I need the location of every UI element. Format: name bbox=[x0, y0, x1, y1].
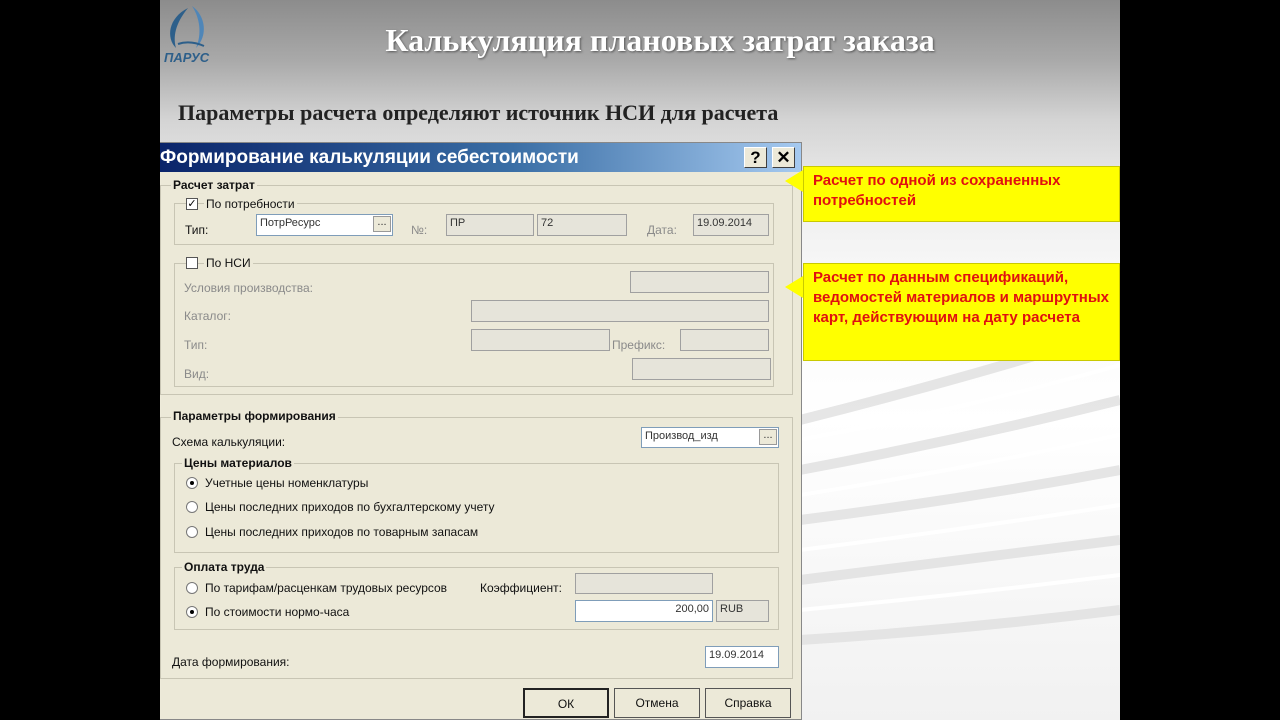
labor-radio-tariff[interactable] bbox=[186, 582, 198, 594]
labor-option-tariff: По тарифам/расценкам трудовых ресурсов bbox=[205, 581, 448, 595]
labor-option-hour-cost: По стоимости нормо-часа bbox=[205, 605, 350, 619]
gen-params-group-label: Параметры формирования bbox=[171, 409, 338, 423]
coef-field[interactable] bbox=[575, 573, 713, 594]
demand-number-field[interactable]: 72 bbox=[537, 214, 627, 236]
help-button[interactable]: ? bbox=[744, 147, 767, 168]
material-price-radio-stock[interactable] bbox=[186, 526, 198, 538]
callout-arrow-saved bbox=[785, 170, 803, 192]
demand-type-field[interactable]: ПотрРесурс ... bbox=[256, 214, 393, 236]
help-dialog-button[interactable]: Справка bbox=[705, 688, 791, 718]
material-price-option-accounting: Учетные цены номенклатуры bbox=[205, 476, 369, 490]
by-demand-checkbox[interactable]: ✓ bbox=[186, 198, 198, 210]
cost-calc-group-label: Расчет затрат bbox=[171, 178, 257, 192]
material-price-option-ledger: Цены последних приходов по бухгалтерском… bbox=[205, 500, 495, 514]
formation-date-label: Дата формирования: bbox=[172, 655, 290, 669]
slide: ПАРУС Калькуляция плановых затрат заказа… bbox=[160, 0, 1120, 720]
labor-amount-field[interactable]: 200,00 bbox=[575, 600, 713, 622]
slide-subtitle: Параметры расчета определяют источник НС… bbox=[178, 100, 779, 125]
conditions-field[interactable] bbox=[630, 271, 769, 293]
cancel-button[interactable]: Отмена bbox=[614, 688, 700, 718]
callout-arrow-spec bbox=[785, 276, 803, 298]
scheme-picker-button[interactable]: ... bbox=[759, 429, 777, 445]
catalog-field[interactable] bbox=[471, 300, 769, 322]
kind-label: Вид: bbox=[184, 367, 210, 381]
demand-number-prefix-field[interactable]: ПР bbox=[446, 214, 534, 236]
kind-field[interactable] bbox=[632, 358, 771, 380]
prefix-label: Префикс: bbox=[612, 338, 666, 352]
callout-saved-demand: Расчет по одной из сохраненных потребнос… bbox=[803, 166, 1120, 222]
ok-button[interactable]: ОК bbox=[523, 688, 609, 718]
catalog-label: Каталог: bbox=[184, 309, 231, 323]
scheme-field[interactable]: Производ_изд ... bbox=[641, 427, 779, 448]
by-nsi-label: По НСИ bbox=[204, 256, 253, 270]
slide-title: Калькуляция плановых затрат заказа bbox=[385, 22, 935, 58]
material-price-radio-ledger[interactable] bbox=[186, 501, 198, 513]
by-nsi-checkbox[interactable] bbox=[186, 257, 198, 269]
calc-dialog: Формирование калькуляции себестоимости ?… bbox=[160, 142, 802, 720]
nsi-type-field[interactable] bbox=[471, 329, 610, 351]
dialog-titlebar[interactable]: Формирование калькуляции себестоимости ?… bbox=[160, 143, 801, 172]
labor-currency-field[interactable]: RUB bbox=[716, 600, 769, 622]
demand-type-value: ПотрРесурс bbox=[260, 217, 321, 229]
material-price-radio-accounting[interactable] bbox=[186, 477, 198, 489]
demand-number-label: №: bbox=[411, 223, 428, 237]
demand-type-picker-button[interactable]: ... bbox=[373, 216, 391, 232]
by-demand-label: По потребности bbox=[204, 197, 297, 211]
material-price-option-stock: Цены последних приходов по товарным запа… bbox=[205, 525, 479, 539]
labor-group-label: Оплата труда bbox=[182, 560, 267, 574]
demand-type-label: Тип: bbox=[185, 223, 209, 237]
close-button[interactable]: ✕ bbox=[772, 147, 795, 168]
nsi-type-label: Тип: bbox=[184, 338, 208, 352]
dialog-title: Формирование калькуляции себестоимости bbox=[160, 147, 579, 168]
scheme-value: Производ_изд bbox=[645, 430, 718, 442]
coef-label: Коэффициент: bbox=[480, 581, 562, 595]
formation-date-field[interactable]: 19.09.2014 bbox=[705, 646, 779, 668]
demand-date-label: Дата: bbox=[647, 223, 677, 237]
prefix-field[interactable] bbox=[680, 329, 769, 351]
callout-spec-data: Расчет по данным спецификаций, ведомосте… bbox=[803, 263, 1120, 361]
scheme-label: Схема калькуляции: bbox=[172, 435, 286, 449]
labor-radio-hour-cost[interactable] bbox=[186, 606, 198, 618]
conditions-label: Условия производства: bbox=[184, 281, 313, 295]
demand-date-field[interactable]: 19.09.2014 bbox=[693, 214, 769, 236]
material-prices-group-label: Цены материалов bbox=[182, 456, 294, 470]
